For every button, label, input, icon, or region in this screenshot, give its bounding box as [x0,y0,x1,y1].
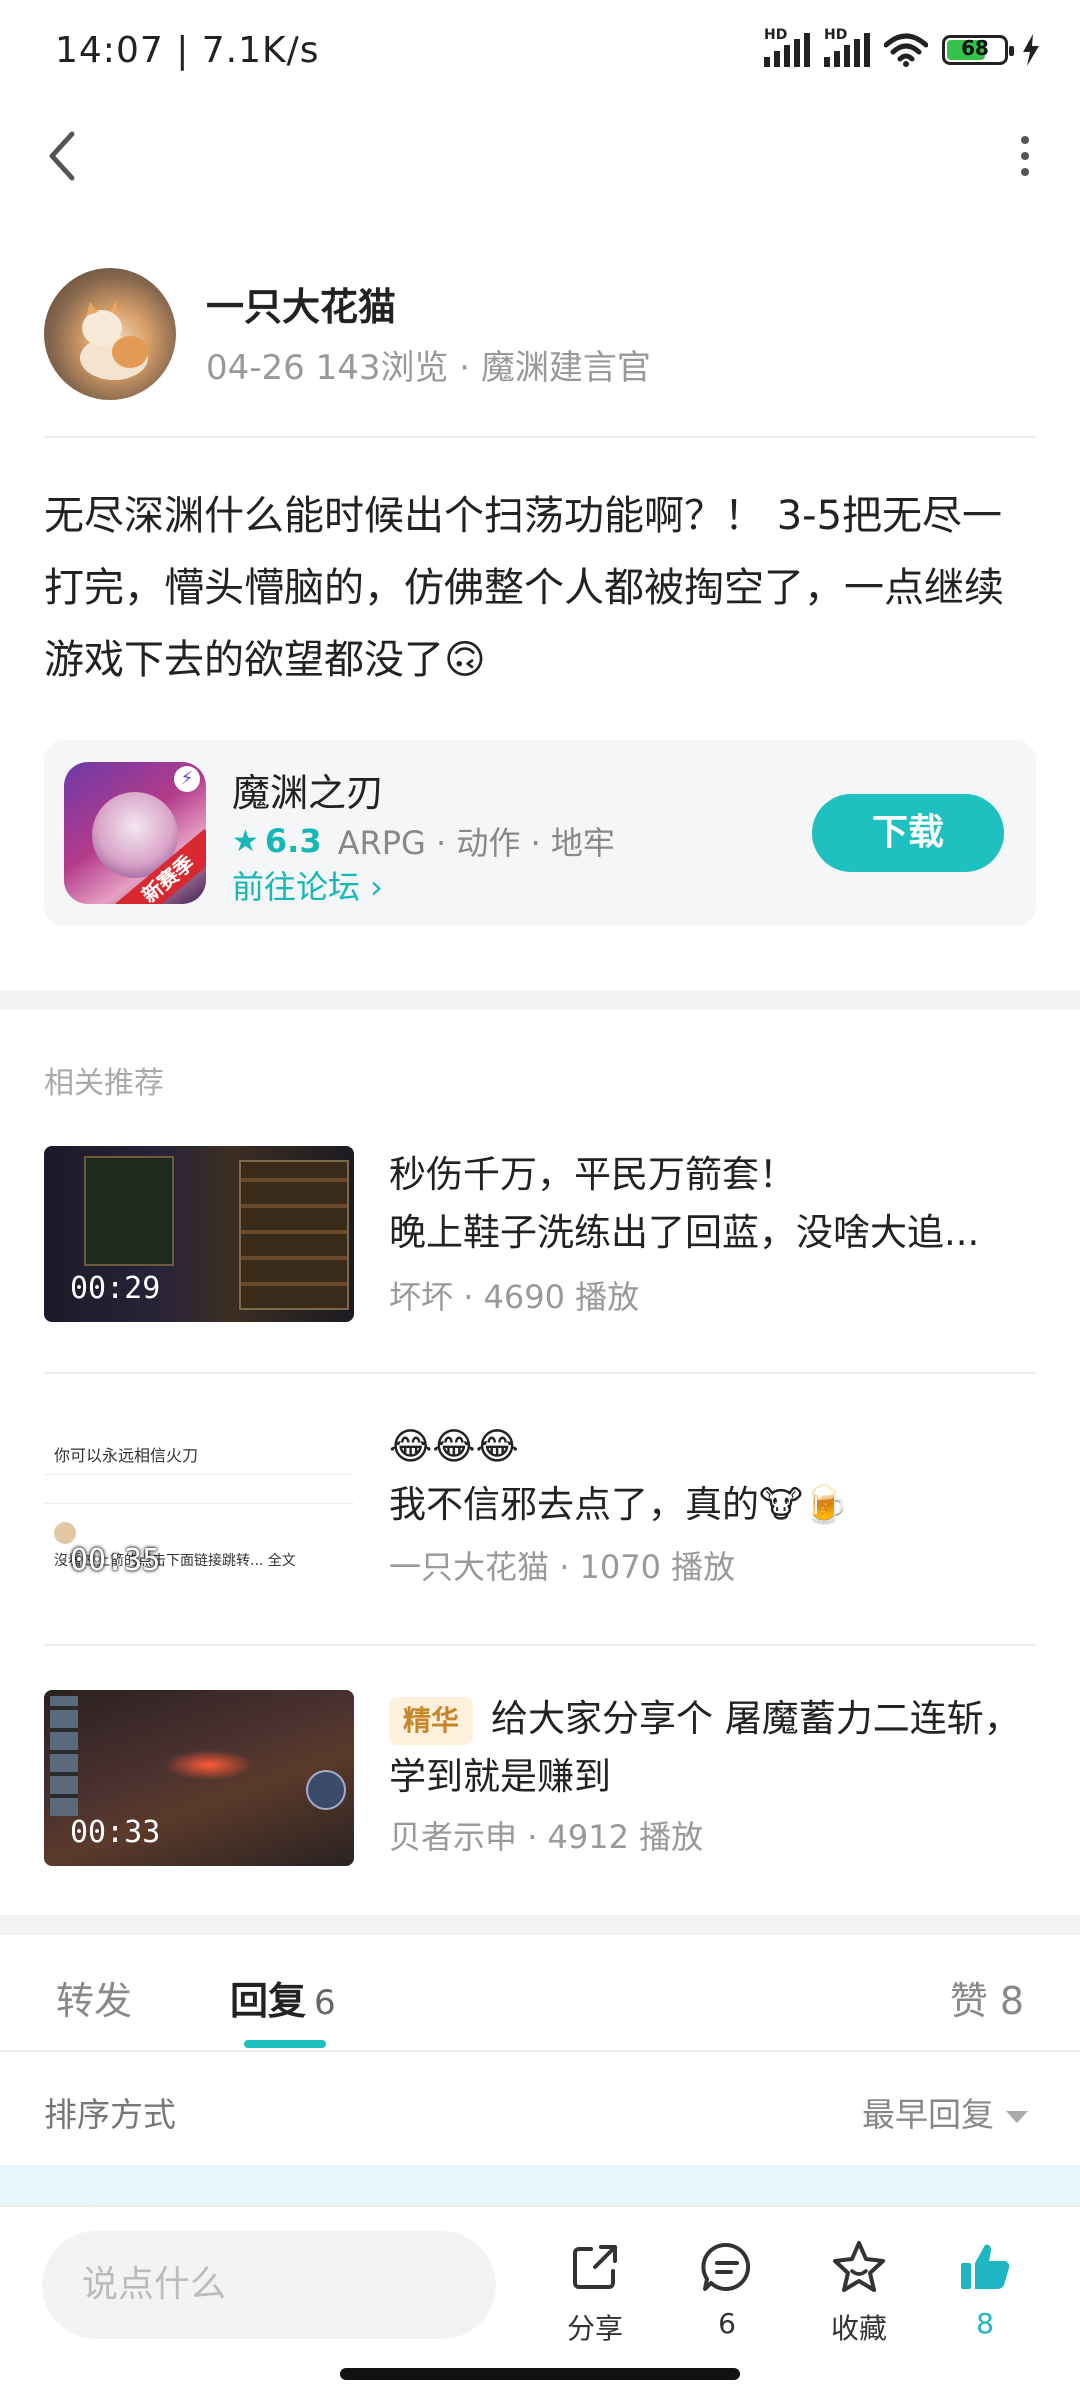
thumbs-up-icon [961,2244,1010,2289]
separator [44,1372,1036,1374]
related-meta: 一只大花猫 · 1070 播放 [389,1548,736,1586]
related-author: 一只大花猫 [389,1548,550,1586]
signal-icon-2: HD [824,27,870,67]
app-name: 魔渊之刃 [232,771,385,815]
related-headline: 给大家分享个 屠魔蓄力二连斩，学到就是赚到 [389,1697,1021,1798]
back-button[interactable] [38,128,88,184]
related-plays: 4912 播放 [547,1818,704,1856]
app-rating: 6.3 [264,822,322,860]
related-author: 贝者示申 [389,1818,518,1856]
sort-label: 排序方式 [44,2095,176,2134]
tab-bar: 转发 回复 6 赞 8 [0,1940,1080,2052]
related-title: 相关推荐 [44,1066,164,1101]
author-header: 一只大花猫 04-26 143浏览 · 魔渊建言官 [44,268,1036,438]
related-item[interactable]: 00:33 精华 给大家分享个 屠魔蓄力二连斩，学到就是赚到 贝者示申 · 491… [44,1690,1036,1870]
signal-icon: HD [764,27,810,67]
app-meta: ★ 6.3 ARPG · 动作 · 地牢 [232,818,615,864]
tab-reply[interactable]: 回复 6 [230,1970,336,2025]
related-title-text: 秒伤千万，平民万箭套！ 晚上鞋子洗练出了回蓝，没啥大追... [389,1146,1036,1262]
related-meta: 贝者示申 · 4912 播放 [389,1818,704,1856]
related-title-text: 精华 给大家分享个 屠魔蓄力二连斩，学到就是赚到 [389,1690,1036,1806]
top-nav [0,110,1080,200]
post-content: 无尽深渊什么能时候出个扫荡功能啊？！ 3-5把无尽一打完，懵头懵脑的，仿佛整个人… [44,493,1004,683]
related-title-text: 😂😂😂 我不信邪去点了，真的🐮🍺 [389,1418,1036,1534]
section-divider [0,990,1080,1010]
post-meta: 04-26 143浏览 · 魔渊建言官 [206,348,651,388]
app-icon: ⚡ 新赛季 [64,762,206,904]
avatar[interactable] [44,268,176,400]
download-button[interactable]: 下载 [812,794,1004,872]
more-dots-icon [1021,136,1029,144]
charging-icon [1023,34,1039,66]
thumb-caption: 你可以永远相信火刀 [54,1446,199,1465]
related-desc: 晚上鞋子洗练出了回蓝，没啥大追... [389,1211,980,1254]
video-thumbnail[interactable]: 你可以永远相信火刀 沒看过上箭的点击下面链接跳转... 全文 00:35 [44,1418,354,1594]
app-tags: ARPG · 动作 · 地牢 [337,824,615,862]
author-name[interactable]: 一只大花猫 [206,276,396,331]
like-button[interactable]: 8 [930,2237,1040,2340]
favorite-button[interactable]: 收藏 [804,2237,914,2347]
app-card[interactable]: ⚡ 新赛季 魔渊之刃 ★ 6.3 ARPG · 动作 · 地牢 前往论坛 › 下… [44,740,1036,926]
comment-input[interactable]: 说点什么 [42,2231,496,2339]
status-icons: HD HD 68 [764,27,1040,67]
sort-dropdown[interactable]: 最早回复 [862,2088,1028,2136]
related-headline: 😂😂😂 [389,1425,519,1468]
star-outline-icon [833,2241,885,2292]
video-duration: 00:29 [70,1271,161,1306]
hd-label-2: HD [824,27,848,43]
tab-reply-count: 6 [314,1983,336,2023]
tab-like[interactable]: 赞 8 [950,1970,1024,2025]
related-meta: 坏坏 · 4690 播放 [389,1278,640,1316]
like-count: 8 [976,2307,994,2340]
video-duration: 00:33 [70,1815,161,1850]
video-duration: 00:35 [70,1543,161,1578]
section-divider [0,1915,1080,1935]
comment-icon [701,2242,751,2291]
chevron-left-icon [49,131,75,181]
share-icon [573,2245,617,2289]
related-headline: 秒伤千万，平民万箭套！ [389,1153,796,1196]
battery-level: 68 [961,36,989,60]
wifi-icon [884,33,928,67]
status-time-speed: 14:07 | 7.1K/s [55,29,320,71]
sort-row: 排序方式 最早回复 [0,2052,1080,2164]
status-bar: 14:07 | 7.1K/s HD HD 68 [0,0,1080,100]
active-tab-indicator [244,2040,326,2048]
comment-count: 6 [718,2307,736,2340]
video-thumbnail[interactable]: 00:33 [44,1690,354,1866]
related-desc: 我不信邪去点了，真的🐮🍺 [389,1483,849,1526]
video-thumbnail[interactable]: 00:29 [44,1146,354,1322]
star-icon: ★ [232,823,259,859]
related-item[interactable]: 你可以永远相信火刀 沒看过上箭的点击下面链接跳转... 全文 00:35 😂😂😂… [44,1418,1036,1598]
related-author: 坏坏 [389,1278,454,1316]
more-options-button[interactable] [1000,128,1050,184]
forum-link[interactable]: 前往论坛 › [232,862,383,908]
separator [44,1644,1036,1646]
share-label: 分享 [566,2312,623,2345]
favorite-label: 收藏 [830,2312,887,2345]
comment-button[interactable]: 6 [672,2237,782,2340]
tab-reply-label: 回复 [230,1979,307,2023]
related-plays: 4690 播放 [483,1278,640,1316]
related-item[interactable]: 00:29 秒伤千万，平民万箭套！ 晚上鞋子洗练出了回蓝，没啥大追... 坏坏 … [44,1146,1036,1326]
home-indicator[interactable] [340,2368,740,2380]
tab-repost[interactable]: 转发 [56,1970,132,2025]
share-button[interactable]: 分享 [540,2237,650,2347]
hd-label: HD [764,27,788,43]
battery-icon: 68 [942,35,1014,65]
bottom-action-bar: 说点什么 分享 6 收藏 8 [0,2205,1080,2355]
related-plays: 1070 播放 [579,1548,736,1586]
lightning-badge-icon: ⚡ [174,766,200,792]
featured-badge: 精华 [389,1696,474,1745]
